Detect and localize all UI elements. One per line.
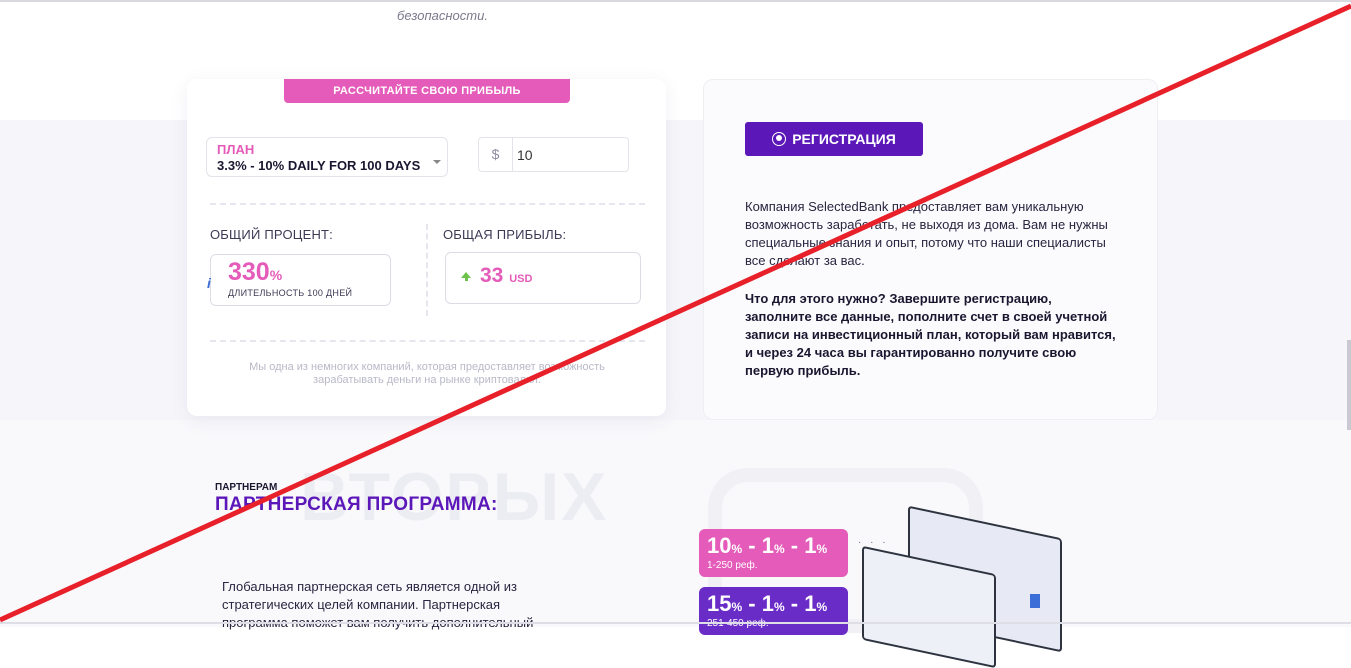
red-strike [0, 3, 1351, 623]
strike-through-line [0, 3, 1351, 623]
